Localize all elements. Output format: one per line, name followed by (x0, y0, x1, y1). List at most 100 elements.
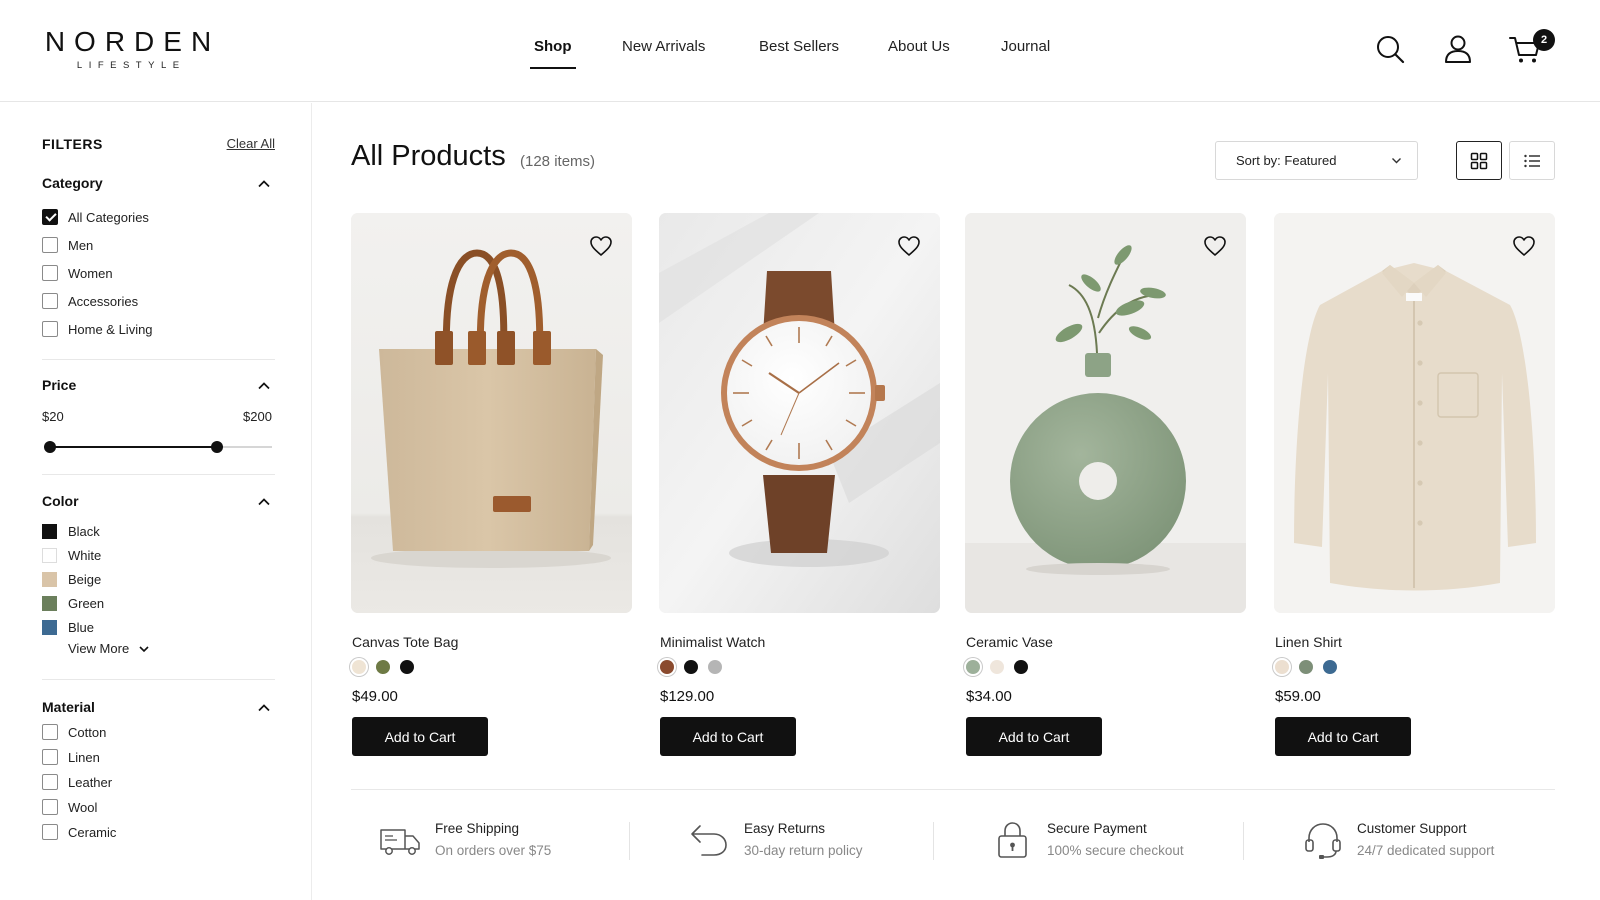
color-option-beige[interactable]: Beige (42, 570, 101, 588)
add-to-cart-button[interactable]: Add to Cart (660, 717, 796, 756)
clear-all-link[interactable]: Clear All (227, 136, 275, 151)
chevron-up-icon (258, 382, 270, 390)
feature-title: Free Shipping (435, 821, 520, 836)
material-option-ceramic[interactable]: Ceramic (42, 823, 116, 841)
checkbox-checked[interactable] (42, 209, 58, 225)
color-dot[interactable] (1299, 660, 1313, 674)
category-section-header[interactable]: Category (42, 175, 275, 191)
feature-divider (629, 822, 630, 860)
product-image[interactable] (351, 213, 632, 613)
category-option-women[interactable]: Women (42, 264, 113, 282)
shirt-image (1274, 213, 1555, 613)
add-to-cart-button[interactable]: Add to Cart (1275, 717, 1411, 756)
heart-icon[interactable] (896, 233, 922, 259)
feature-subtitle: On orders over $75 (435, 843, 552, 858)
view-more-colors-link[interactable]: View More (68, 641, 151, 656)
checkbox[interactable] (42, 321, 58, 337)
page-title: All Products (351, 140, 506, 172)
heart-icon[interactable] (1202, 233, 1228, 259)
color-option-blue[interactable]: Blue (42, 618, 94, 636)
color-dot[interactable] (684, 660, 698, 674)
category-option-men[interactable]: Men (42, 236, 93, 254)
product-image[interactable] (1274, 213, 1555, 613)
color-dot[interactable] (966, 660, 980, 674)
checkbox[interactable] (42, 265, 58, 281)
feature-title: Customer Support (1357, 821, 1467, 836)
heart-icon[interactable] (1511, 233, 1537, 259)
checkbox[interactable] (42, 237, 58, 253)
product-name[interactable]: Canvas Tote Bag (352, 634, 458, 650)
option-label: Beige (68, 571, 102, 587)
product-price: $129.00 (660, 688, 715, 705)
list-view-button[interactable] (1509, 141, 1555, 180)
color-dot[interactable] (400, 660, 414, 674)
material-option-cotton[interactable]: Cotton (42, 723, 106, 741)
product-price: $34.00 (966, 688, 1012, 705)
product-name[interactable]: Minimalist Watch (660, 634, 765, 650)
checkbox[interactable] (42, 774, 58, 790)
price-title: Price (42, 377, 77, 393)
material-option-leather[interactable]: Leather (42, 773, 112, 791)
category-option-accessories[interactable]: Accessories (42, 292, 138, 310)
search-icon[interactable] (1373, 32, 1407, 66)
color-dot[interactable] (376, 660, 390, 674)
option-label: White (68, 547, 102, 563)
color-dot[interactable] (1323, 660, 1337, 674)
color-swatch (42, 595, 57, 611)
nav-item-shop[interactable]: Shop (530, 38, 576, 69)
material-option-wool[interactable]: Wool (42, 798, 97, 816)
brand-logo[interactable]: NORDEN LIFESTYLE (42, 26, 214, 71)
list-view-icon (1524, 154, 1540, 167)
color-option-green[interactable]: Green (42, 594, 104, 612)
grid-view-button[interactable] (1456, 141, 1502, 180)
lock-icon (998, 822, 1027, 858)
add-to-cart-button[interactable]: Add to Cart (352, 717, 488, 756)
heart-icon[interactable] (588, 233, 614, 259)
checkbox[interactable] (42, 824, 58, 840)
sort-dropdown[interactable]: Sort by: Featured (1215, 141, 1418, 180)
option-label: Green (68, 595, 105, 611)
feature-title: Secure Payment (1047, 821, 1147, 836)
color-dot[interactable] (1275, 660, 1289, 674)
add-to-cart-button[interactable]: Add to Cart (966, 717, 1102, 756)
checkbox[interactable] (42, 749, 58, 765)
section-divider (42, 474, 275, 475)
cart-count-badge: 2 (1533, 29, 1555, 51)
category-option-home-living[interactable]: Home & Living (42, 320, 153, 338)
price-min-handle[interactable] (44, 441, 56, 453)
price-section-header[interactable]: Price (42, 377, 275, 393)
product-image[interactable] (965, 213, 1246, 613)
material-option-linen[interactable]: Linen (42, 748, 100, 766)
color-dot[interactable] (708, 660, 722, 674)
feature-subtitle: 24/7 dedicated support (1357, 843, 1495, 858)
checkbox[interactable] (42, 293, 58, 309)
color-option-black[interactable]: Black (42, 522, 100, 540)
color-dot[interactable] (352, 660, 366, 674)
tote-bag-image (351, 213, 632, 613)
color-dot[interactable] (660, 660, 674, 674)
color-title: Color (42, 493, 79, 509)
nav-item-about-us[interactable]: About Us (888, 38, 950, 55)
price-range-track[interactable] (50, 446, 272, 448)
checkbox[interactable] (42, 724, 58, 740)
checkbox[interactable] (42, 799, 58, 815)
user-icon[interactable] (1441, 32, 1475, 66)
color-dot[interactable] (1014, 660, 1028, 674)
color-dot[interactable] (990, 660, 1004, 674)
color-option-white[interactable]: White (42, 546, 101, 564)
product-name[interactable]: Ceramic Vase (966, 634, 1053, 650)
material-section-header[interactable]: Material (42, 699, 275, 715)
nav-item-journal[interactable]: Journal (1001, 38, 1050, 55)
grid-view-icon (1470, 152, 1488, 169)
product-name[interactable]: Linen Shirt (1275, 634, 1342, 650)
color-section-header[interactable]: Color (42, 493, 275, 509)
option-label: Home & Living (68, 321, 153, 337)
nav-item-best-sellers[interactable]: Best Sellers (759, 38, 839, 55)
option-label: Leather (68, 774, 113, 790)
product-image[interactable] (659, 213, 940, 613)
price-max-handle[interactable] (211, 441, 223, 453)
category-option-all[interactable]: All Categories (42, 208, 149, 226)
nav-item-new-arrivals[interactable]: New Arrivals (622, 38, 705, 55)
active-nav-underline (530, 67, 576, 69)
item-count: (128 items) (520, 153, 596, 170)
